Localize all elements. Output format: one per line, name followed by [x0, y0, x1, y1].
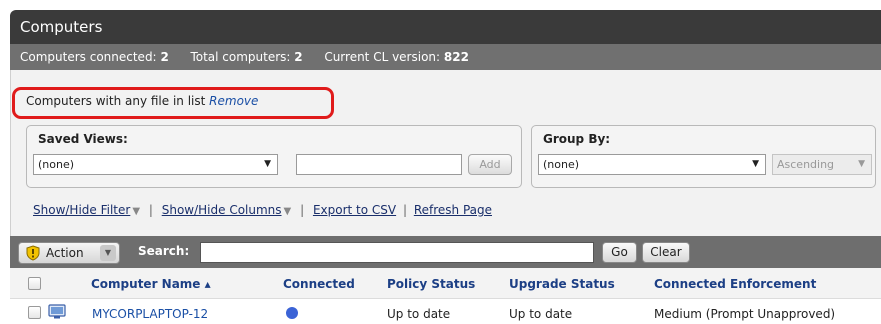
saved-views-title: Saved Views:: [38, 132, 128, 146]
highlight-annotation: [12, 87, 334, 119]
chevron-down-icon: ▼: [100, 245, 116, 261]
clear-button[interactable]: Clear: [642, 242, 690, 263]
action-label: Action: [46, 246, 84, 260]
show-hide-filter-link[interactable]: Show/Hide Filter: [33, 203, 130, 217]
upgrade-status-cell: Up to date: [509, 307, 573, 321]
select-all-checkbox[interactable]: [28, 277, 41, 290]
policy-status-cell: Up to date: [387, 307, 451, 321]
export-csv-link[interactable]: Export to CSV: [313, 203, 396, 217]
column-computer-name[interactable]: Computer Name ▴: [91, 277, 211, 291]
sort-order-selected: Ascending: [777, 158, 835, 171]
computer-name-link[interactable]: MYCORPLAPTOP-12: [92, 307, 208, 321]
group-by-select[interactable]: (none) ▼: [538, 154, 766, 175]
chevron-down-icon[interactable]: ▼: [132, 206, 140, 217]
total-label: Total computers:: [190, 50, 291, 64]
column-connected[interactable]: Connected: [283, 277, 355, 291]
chevron-down-icon: ▼: [858, 159, 865, 169]
monitor-icon: [48, 304, 66, 319]
shield-icon: [26, 245, 40, 261]
view-links: Show/Hide Filter ▼ | Show/Hide Columns ▼ |…: [33, 203, 492, 217]
search-input[interactable]: [200, 242, 594, 263]
go-button[interactable]: Go: [602, 242, 637, 263]
enforcement-cell: Medium (Prompt Unapproved): [654, 307, 836, 321]
table-row[interactable]: MYCORPLAPTOP-12 Up to date Up to date Me…: [10, 299, 881, 324]
connected-count: 2: [160, 50, 169, 64]
chevron-down-icon: ▼: [264, 159, 271, 169]
row-checkbox[interactable]: [28, 306, 41, 319]
saved-views-selected: (none): [38, 158, 75, 171]
search-label: Search:: [138, 244, 190, 258]
saved-views-box: Saved Views: (none) ▼ Add: [26, 125, 522, 188]
column-connected-enforcement[interactable]: Connected Enforcement: [654, 277, 816, 291]
page-title: Computers: [10, 10, 881, 44]
toolbar: Action ▼ Search: Go Clear: [10, 236, 881, 268]
total-count: 2: [294, 50, 303, 64]
connected-status-dot: [286, 307, 298, 319]
sort-order-select[interactable]: Ascending ▼: [772, 154, 872, 175]
add-view-button[interactable]: Add: [468, 154, 512, 175]
group-by-box: Group By: (none) ▼ Ascending ▼: [531, 125, 876, 188]
refresh-page-link[interactable]: Refresh Page: [414, 203, 492, 217]
table-header: Computer Name ▴ Connected Policy Status …: [10, 268, 881, 299]
group-by-selected: (none): [543, 158, 580, 171]
chevron-down-icon: ▼: [752, 159, 759, 169]
connected-label: Computers connected:: [20, 50, 157, 64]
action-button[interactable]: Action ▼: [18, 242, 120, 264]
cl-version-value: 822: [443, 50, 469, 64]
chevron-down-icon[interactable]: ▼: [284, 206, 292, 217]
saved-views-select[interactable]: (none) ▼: [33, 154, 278, 175]
stats-bar: Computers connected: 2 Total computers: …: [10, 44, 881, 70]
cl-version-label: Current CL version:: [324, 50, 441, 64]
group-by-title: Group By:: [543, 132, 611, 146]
view-name-input[interactable]: [296, 154, 462, 175]
show-hide-columns-link[interactable]: Show/Hide Columns: [162, 203, 282, 217]
column-policy-status[interactable]: Policy Status: [387, 277, 475, 291]
column-upgrade-status[interactable]: Upgrade Status: [509, 277, 615, 291]
